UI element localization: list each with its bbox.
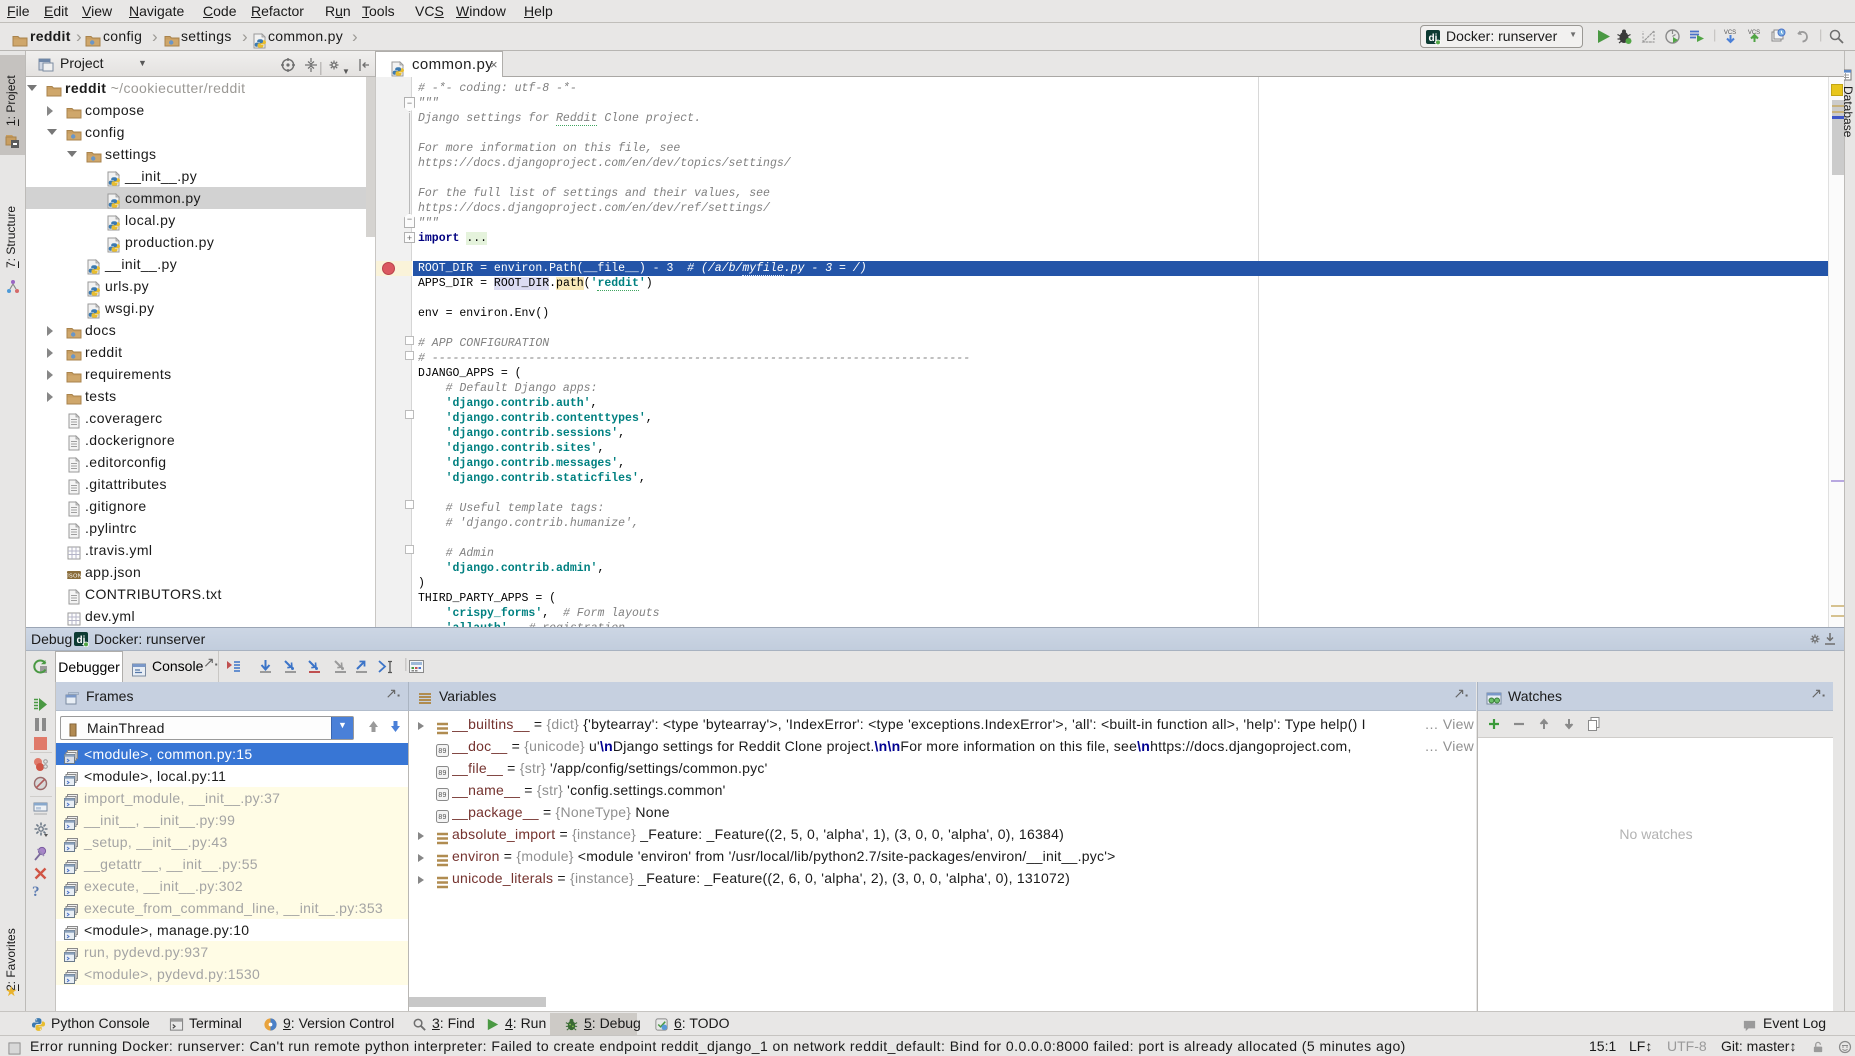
- svg-text:89: 89: [438, 814, 446, 821]
- svg-text:89: 89: [438, 792, 446, 799]
- svg-text:JSON: JSON: [66, 574, 82, 580]
- svg-text:89: 89: [438, 770, 446, 777]
- svg-text:89: 89: [438, 748, 446, 755]
